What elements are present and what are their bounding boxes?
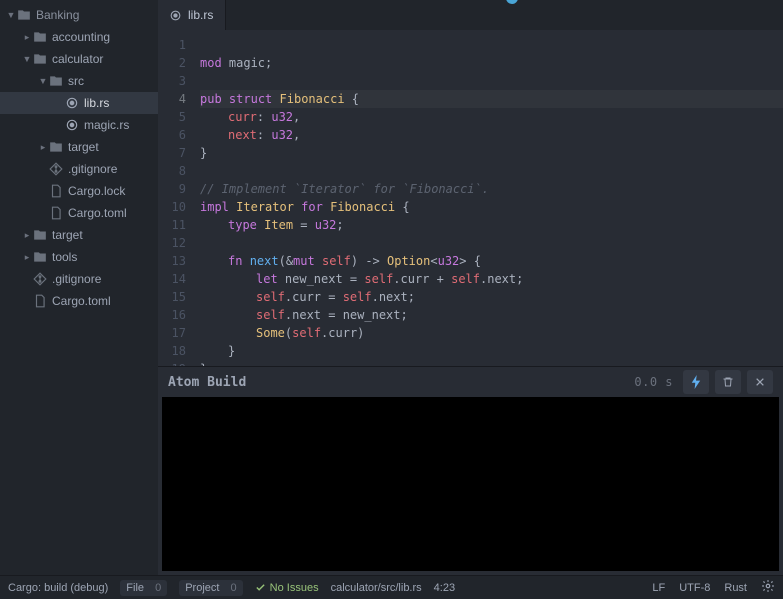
tree-item-target[interactable]: ▸ target [0,224,158,246]
tree-item-Cargo-toml[interactable]: Cargo.toml [0,202,158,224]
code-line[interactable] [200,162,783,180]
tree-item-label: lib.rs [84,96,109,110]
status-eol[interactable]: LF [652,582,665,594]
tree-item-label: magic.rs [84,118,129,132]
tree-item-Cargo-lock[interactable]: Cargo.lock [0,180,158,202]
file-icon [48,183,64,199]
line-gutter: 12345678910111213141516171819 [158,30,194,366]
tree-item--gitignore[interactable]: .gitignore [0,268,158,290]
code-line[interactable]: impl Iterator for Fibonacci { [200,198,783,216]
code-editor[interactable]: 12345678910111213141516171819 mod magic;… [158,30,783,366]
status-task[interactable]: Cargo: build (debug) [8,582,108,594]
code-line[interactable]: self.curr = self.next; [200,288,783,306]
file-icon [48,205,64,221]
code-content[interactable]: mod magic; pub struct Fibonacci {curr: u… [194,30,783,366]
activity-indicator-icon [506,0,518,10]
tree-item-src[interactable]: ▼ src [0,70,158,92]
chevron-down-icon: ▼ [22,54,32,64]
rust-icon [64,95,80,111]
code-line[interactable]: // Implement `Iterator` for `Fibonacci`. [200,180,783,198]
tree-item-label: accounting [52,30,110,44]
code-line[interactable]: } [200,144,783,162]
tree-item-label: target [68,140,99,154]
chevron-right-icon: ▸ [22,230,32,241]
status-bar: Cargo: build (debug) File 0 Project 0 No… [0,575,783,599]
rust-icon [64,117,80,133]
settings-icon[interactable] [761,579,775,596]
tree-item-magic-rs[interactable]: magic.rs [0,114,158,136]
tree-item-label: Cargo.lock [68,184,125,198]
status-path[interactable]: calculator/src/lib.rs [331,582,422,594]
check-icon [255,582,266,593]
tree-item--gitignore[interactable]: .gitignore [0,158,158,180]
git-icon [48,161,64,177]
code-line[interactable]: curr: u32, [200,108,783,126]
tab-lib-rs[interactable]: lib.rs [158,0,226,30]
build-title: Atom Build [168,375,634,390]
code-line[interactable]: } [200,360,783,366]
status-project-issues[interactable]: Project 0 [179,580,242,596]
chevron-right-icon: ▸ [22,252,32,263]
tree-item-label: .gitignore [68,162,117,176]
code-line[interactable]: fn next(&mut self) -> Option<u32> { [200,252,783,270]
tree-item-accounting[interactable]: ▸ accounting [0,26,158,48]
build-close-button[interactable] [747,370,773,394]
tree-item-target[interactable]: ▸ target [0,136,158,158]
status-cursor[interactable]: 4:23 [434,582,455,594]
status-file-issues[interactable]: File 0 [120,580,167,596]
chevron-right-icon: ▸ [38,142,48,153]
tree-item-label: calculator [52,52,103,66]
folder-icon [32,51,48,67]
code-line[interactable]: mod magic; [200,54,783,72]
tree-item-label: .gitignore [52,272,101,286]
folder-icon [32,227,48,243]
file-icon [32,293,48,309]
tab-label: lib.rs [188,8,213,22]
tree-item-lib-rs[interactable]: lib.rs [0,92,158,114]
build-panel: Atom Build 0.0 s [158,366,783,575]
status-language[interactable]: Rust [724,582,747,594]
build-output[interactable] [162,397,779,571]
code-line[interactable]: next: u32, [200,126,783,144]
tree-item-tools[interactable]: ▸ tools [0,246,158,268]
build-run-button[interactable] [683,370,709,394]
code-line[interactable]: Some(self.curr) [200,324,783,342]
code-line[interactable]: let new_next = self.curr + self.next; [200,270,783,288]
build-elapsed: 0.0 s [634,375,673,389]
tree-item-label: src [68,74,84,88]
tree-item-label: target [52,228,83,242]
tree-root[interactable]: ▼ Banking [0,4,158,26]
editor-pane: lib.rs 12345678910111213141516171819 mod… [158,0,783,575]
tree-root-label: Banking [36,8,79,22]
chevron-down-icon: ▼ [38,76,48,86]
folder-icon [48,73,64,89]
tree-item-label: Cargo.toml [52,294,111,308]
folder-icon [48,139,64,155]
rust-file-icon [168,8,182,22]
build-clear-button[interactable] [715,370,741,394]
status-encoding[interactable]: UTF-8 [679,582,710,594]
folder-icon [32,29,48,45]
code-line[interactable] [200,72,783,90]
status-issues[interactable]: No Issues [255,582,319,594]
tree-item-calculator[interactable]: ▼ calculator [0,48,158,70]
code-line[interactable] [200,234,783,252]
code-line[interactable] [200,36,783,54]
file-tree[interactable]: ▼ Banking ▸ accounting ▼ calculator ▼ srclib.… [0,0,158,575]
tree-item-label: tools [52,250,77,264]
code-line[interactable]: pub struct Fibonacci { [200,90,783,108]
code-line[interactable]: } [200,342,783,360]
git-icon [32,271,48,287]
tree-item-Cargo-toml[interactable]: Cargo.toml [0,290,158,312]
chevron-right-icon: ▸ [22,32,32,43]
chevron-down-icon: ▼ [6,10,16,20]
code-line[interactable]: type Item = u32; [200,216,783,234]
folder-icon [16,7,32,23]
tab-bar[interactable]: lib.rs [158,0,783,30]
code-line[interactable]: self.next = new_next; [200,306,783,324]
tree-item-label: Cargo.toml [68,206,127,220]
folder-icon [32,249,48,265]
